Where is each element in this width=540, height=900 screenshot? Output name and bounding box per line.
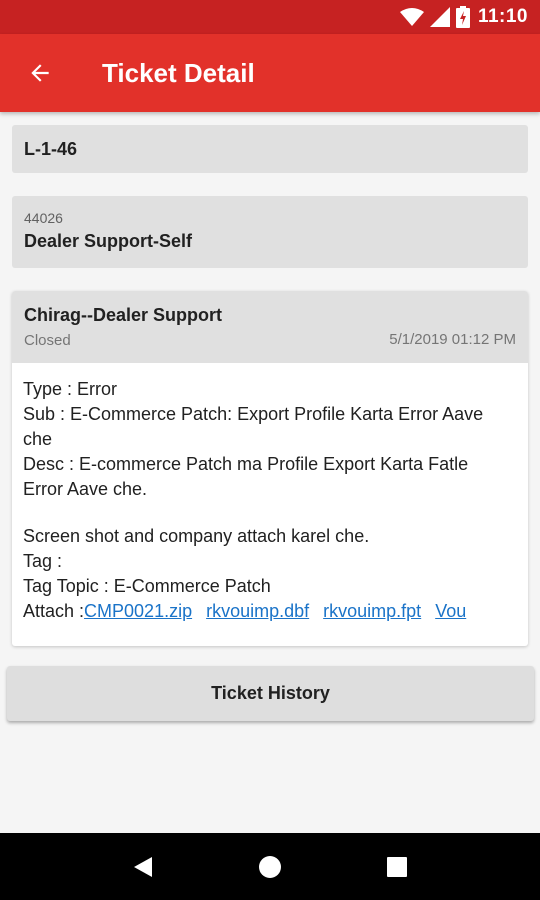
page-title: Ticket Detail (102, 57, 255, 88)
attachment-link[interactable]: CMP0021.zip (84, 601, 192, 621)
circle-home-icon (258, 855, 281, 878)
battery-icon (455, 6, 470, 28)
signal-icon (429, 7, 450, 27)
customer-name: Dealer Support-Self (24, 231, 193, 251)
wifi-icon (399, 8, 424, 26)
attachment-link[interactable]: rkvouimp.fpt (323, 601, 421, 621)
customer-card: 44026 Dealer Support-Self (12, 196, 528, 268)
attach-label: Attach : (23, 601, 85, 621)
ticket-detail-card: Chirag--Dealer Support Closed 5/1/2019 0… (12, 291, 528, 646)
customer-number: 44026 (24, 210, 63, 226)
tag-topic-line: Tag Topic : E-Commerce Patch (23, 576, 271, 596)
nav-home-button[interactable] (250, 847, 290, 887)
arrow-back-icon (31, 64, 49, 82)
ticket-history-button[interactable]: Ticket History (7, 666, 534, 721)
note-line: Screen shot and company attach karel che… (23, 526, 370, 546)
detail-body: Type : Error Sub : E-Commerce Patch: Exp… (12, 363, 528, 624)
triangle-back-icon (134, 856, 153, 877)
ticket-code: L-1-46 (24, 139, 78, 159)
sub-line-2: che (23, 429, 53, 449)
nav-recents-button[interactable] (377, 847, 417, 887)
desc-line-2: Error Aave che. (23, 479, 148, 499)
sub-line-1: Sub : E-Commerce Patch: Export Profile K… (23, 404, 484, 424)
square-recents-icon (386, 856, 407, 877)
type-line: Type : Error (23, 379, 118, 399)
back-button[interactable] (0, 34, 80, 112)
app-bar: Ticket Detail (0, 34, 540, 112)
detail-header: Chirag--Dealer Support Closed 5/1/2019 0… (12, 291, 528, 363)
attachment-link[interactable]: Vou (435, 601, 466, 621)
status-time: 11:10 (477, 6, 528, 27)
attachment-link[interactable]: rkvouimp.dbf (206, 601, 309, 621)
assignee-name: Chirag--Dealer Support (24, 305, 223, 325)
ticket-date: 5/1/2019 01:12 PM (389, 331, 516, 348)
desc-line-1: Desc : E-commerce Patch ma Profile Expor… (23, 454, 469, 474)
nav-back-button[interactable] (123, 847, 163, 887)
ticket-code-card: L-1-46 (12, 125, 528, 173)
status-bar: 11:10 (0, 0, 540, 34)
tag-line: Tag : (23, 551, 63, 571)
attach-line: Attach :CMP0021.zip rkvouimp.dbf rkvouimp.… (23, 599, 517, 624)
system-nav-bar (0, 833, 540, 900)
